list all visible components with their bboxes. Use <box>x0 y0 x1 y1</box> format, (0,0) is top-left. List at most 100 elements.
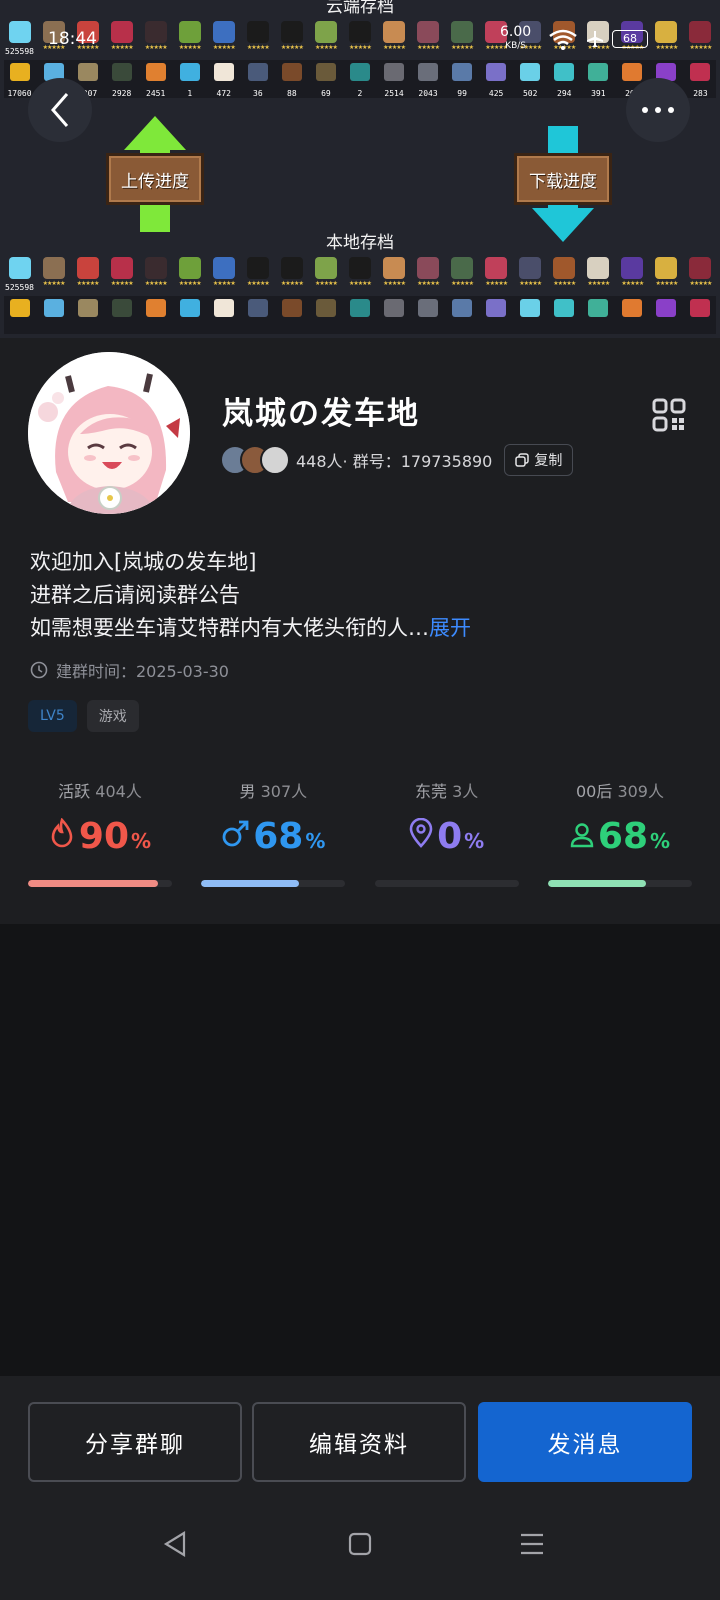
expand-link[interactable]: 展开 <box>429 616 471 640</box>
member-info-line: 448人· 群号：179735890 复制 <box>220 444 574 476</box>
member-count[interactable]: 448人· 群号：179735890 <box>296 448 492 472</box>
nav-back-button[interactable] <box>155 1524 195 1564</box>
star-rating-icon: ★★★★★ <box>42 280 66 287</box>
material-count: 472 <box>216 89 231 98</box>
gem-count: 525598 <box>5 283 34 292</box>
character-sprite-icon <box>280 257 303 279</box>
stat-column[interactable]: 活跃 404人 90% <box>28 778 172 887</box>
member-count-value: 448人 <box>296 452 343 471</box>
star-rating-icon: ★★★★★ <box>314 44 338 51</box>
copy-group-number-button[interactable]: 复制 <box>504 444 574 476</box>
edit-profile-button[interactable]: 编辑资料 <box>252 1402 466 1482</box>
material-sprite-icon <box>77 299 98 317</box>
character-sprite-icon <box>587 21 610 43</box>
material-sprite-icon <box>77 63 98 81</box>
character-sprite-icon <box>519 21 542 43</box>
send-message-button[interactable]: 发消息 <box>478 1402 692 1482</box>
stat-percent: 68 <box>253 815 304 857</box>
share-group-button[interactable]: 分享群聊 <box>28 1402 242 1482</box>
star-rating-icon: ★★★★★ <box>485 44 508 51</box>
back-button[interactable] <box>28 78 92 142</box>
stat-percent: 0 <box>437 815 463 857</box>
material-sprite-icon <box>588 63 609 81</box>
material-sprite-icon <box>554 63 575 81</box>
star-rating-icon: ★★★★★ <box>519 44 542 51</box>
character-sprite-icon <box>451 21 474 43</box>
material-count: 17060 <box>7 89 32 98</box>
material-slot <box>344 297 375 333</box>
character-sprite-icon <box>519 257 542 279</box>
member-avatar <box>260 445 290 475</box>
star-rating-icon: ★★★★★ <box>246 44 270 51</box>
material-sprite-icon <box>315 299 336 317</box>
star-rating-icon: ★★★★★ <box>280 280 304 287</box>
material-sprite-icon <box>486 299 507 317</box>
material-slot: 391 <box>583 61 614 98</box>
star-rating-icon: ★★★★★ <box>110 44 134 51</box>
character-sprite-icon <box>383 257 406 279</box>
material-sprite-icon <box>418 63 439 81</box>
character-sprite-icon <box>246 21 269 43</box>
material-count: 99 <box>457 89 467 98</box>
more-button[interactable] <box>626 78 690 142</box>
stat-progress-bar <box>201 880 346 887</box>
material-slot <box>38 297 69 333</box>
category-tag[interactable]: 游戏 <box>86 700 139 732</box>
star-rating-icon: ★★★★★ <box>655 280 678 287</box>
stat-column[interactable]: 东莞 3人 0% <box>374 778 519 887</box>
material-count: 502 <box>522 89 538 98</box>
group-description: 欢迎加入[岚城の发车地] 进群之后请阅读群公告 如需想要坐车请艾特群内有大佬头衔… <box>30 546 690 645</box>
character-sprite-icon <box>553 21 576 43</box>
clock-icon <box>30 661 48 679</box>
material-slot: 294 <box>549 61 580 98</box>
stat-label: 00后 309人 <box>576 778 664 801</box>
stat-value: 0% <box>409 814 484 858</box>
character-slot: ★★★★★ <box>242 19 273 55</box>
material-count: 69 <box>321 89 331 98</box>
material-sprite-icon <box>656 299 677 317</box>
description-line: 如需想要坐车请艾特群内有大佬头衔的人… <box>30 616 429 640</box>
nav-home-button[interactable] <box>340 1524 380 1564</box>
material-sprite-icon <box>179 63 200 81</box>
star-rating-icon: ★★★★★ <box>451 44 474 51</box>
material-slot <box>276 297 307 333</box>
system-navigation-bar <box>0 1504 720 1576</box>
stat-column[interactable]: 男 307人 68% <box>201 778 346 887</box>
material-count: 2451 <box>146 89 166 98</box>
character-sprite-icon <box>689 257 712 279</box>
material-slot: 2928 <box>106 61 137 98</box>
material-slot: 36 <box>242 61 273 98</box>
stat-progress-bar <box>374 880 519 887</box>
character-slot: ★★★★★ <box>38 255 69 291</box>
material-sprite-icon <box>554 299 575 317</box>
stat-count: 309人 <box>617 782 664 801</box>
material-slot: 2451 <box>140 61 171 98</box>
stat-progress-fill <box>201 880 300 887</box>
nav-menu-button[interactable] <box>512 1524 552 1564</box>
star-rating-icon: ★★★★★ <box>144 280 168 287</box>
star-rating-icon: ★★★★★ <box>621 280 644 287</box>
material-sprite-icon <box>281 299 302 317</box>
cloud-character-row: 525598 ★★★★★ ★★★★★ ★★★★★ ★★★★★ ★★★★★ ★★★★★ ★★★★… <box>4 18 716 56</box>
upload-progress-button[interactable]: 上传进度 <box>106 153 204 205</box>
stat-progress-bar <box>28 880 172 887</box>
group-avatar[interactable] <box>28 352 190 514</box>
character-slot: ★★★★★ <box>583 19 614 55</box>
qr-code-icon[interactable] <box>652 398 686 432</box>
star-rating-icon: ★★★★★ <box>246 280 270 287</box>
stat-label: 活跃 404人 <box>58 778 142 801</box>
character-slot: ★★★★★ <box>276 255 307 291</box>
character-slot: ★★★★★ <box>344 255 375 291</box>
material-count: 88 <box>287 89 297 98</box>
material-sprite-icon <box>247 63 268 81</box>
star-rating-icon: ★★★★★ <box>280 44 304 51</box>
download-progress-button[interactable]: 下载进度 <box>514 153 612 205</box>
stat-column[interactable]: 00后 309人 68% <box>547 778 692 887</box>
description-line-with-expand: 如需想要坐车请艾特群内有大佬头衔的人…展开 <box>30 612 690 645</box>
character-sprite-icon <box>212 21 235 43</box>
material-slot: 69 <box>310 61 341 98</box>
character-slot: ★★★★★ <box>617 19 648 55</box>
stat-unit: % <box>650 829 671 853</box>
character-sprite-icon <box>417 21 440 43</box>
group-tags: LV5 游戏 <box>28 700 149 732</box>
